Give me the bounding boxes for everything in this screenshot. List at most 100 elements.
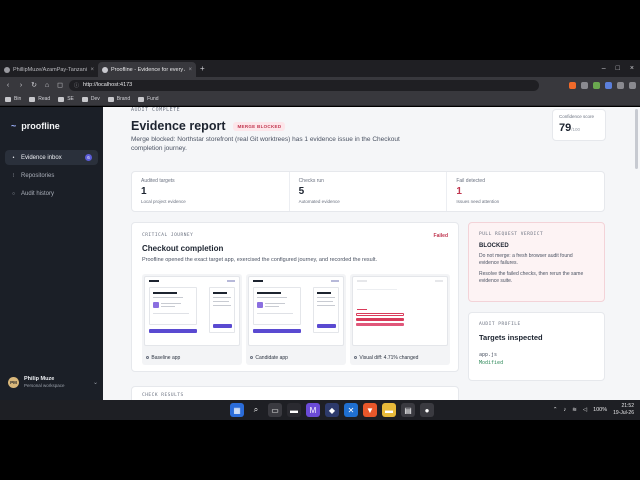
folder-icon xyxy=(29,96,36,102)
maximize-icon[interactable]: □ xyxy=(616,65,620,72)
screenshot-preview xyxy=(248,276,344,346)
stat-value: 1 xyxy=(456,186,462,197)
stat-label: Fail detected xyxy=(456,178,485,184)
bookmark-folder[interactable]: Fund xyxy=(138,96,159,102)
browser-tab-1[interactable]: PhillipMuze/AzamPay-Tanzania-Flutt × xyxy=(0,62,98,77)
bookmark-icon[interactable]: ◻ xyxy=(56,81,64,89)
folder-icon xyxy=(5,96,11,102)
minimize-icon[interactable]: – xyxy=(602,65,606,72)
journey-description: Proofline opened the exact target app, e… xyxy=(142,257,378,263)
windows-start-icon[interactable]: ▦ xyxy=(230,403,244,417)
microphone-icon[interactable]: ♪ xyxy=(563,407,566,413)
extension-icon[interactable] xyxy=(593,81,600,89)
app-icon[interactable]: ▤ xyxy=(401,403,415,417)
candidate-screenshot[interactable]: Candidate app xyxy=(246,274,346,365)
scrollbar[interactable] xyxy=(635,109,638,169)
puzzle-icon[interactable] xyxy=(617,81,624,89)
reload-icon[interactable]: ↻ xyxy=(30,81,38,89)
profile-file-status: Modified xyxy=(479,360,504,366)
github-desktop-icon[interactable]: ● xyxy=(420,403,434,417)
browser-tabstrip: PhillipMuze/AzamPay-Tanzania-Flutt × Pro… xyxy=(0,60,640,77)
profile-title: Targets inspected xyxy=(479,333,543,342)
bookmark-folder[interactable]: Dev xyxy=(81,96,100,102)
sidebar: ~ proofline • Evidence inbox 6 ⁞ Reposit… xyxy=(0,107,103,400)
close-icon[interactable]: × xyxy=(188,67,192,73)
teams-icon[interactable]: M xyxy=(306,403,320,417)
confidence-value: 79/100 xyxy=(559,122,599,134)
sidebar-item-audit-history[interactable]: ○ Audit history xyxy=(5,186,98,201)
extension-icon[interactable] xyxy=(605,81,612,89)
journey-eyebrow: CRITICAL JOURNEY xyxy=(142,233,194,238)
verdict-line-1: Do not merge: a fresh browser audit foun… xyxy=(479,253,573,266)
new-tab-icon[interactable]: + xyxy=(196,64,209,73)
stat-caption: Automated evidence xyxy=(298,199,340,204)
clock-date: 19-Jul-26 xyxy=(613,410,634,416)
screenshot-preview xyxy=(352,276,448,346)
brand-logo[interactable]: ~ proofline xyxy=(11,121,60,131)
clock[interactable]: 21:52 19-Jul-26 xyxy=(613,403,634,417)
visual-diff-screenshot[interactable]: Visual diff: 4.71% changed xyxy=(350,274,450,365)
extension-icon[interactable] xyxy=(581,81,588,89)
bookmark-folder[interactable]: Bin xyxy=(5,96,21,102)
sidebar-nav: • Evidence inbox 6 ⁞ Repositories ○ Audi… xyxy=(5,150,98,204)
file-explorer-icon[interactable]: ▬ xyxy=(382,403,396,417)
sidebar-item-label: Evidence inbox xyxy=(21,154,62,161)
bookmark-folder[interactable]: SE xyxy=(58,96,74,102)
main-content: AUDIT COMPLETE Evidence report MERGE BLO… xyxy=(103,107,640,400)
screen: PhillipMuze/AzamPay-Tanzania-Flutt × Pro… xyxy=(0,0,640,480)
sidebar-item-evidence-inbox[interactable]: • Evidence inbox 6 xyxy=(5,150,98,165)
search-icon[interactable]: ⌕ xyxy=(249,403,263,417)
volume-icon[interactable]: ◁ xyxy=(583,407,587,413)
verdict-eyebrow: PULL REQUEST VERDICT xyxy=(479,232,544,237)
circle-icon: ○ xyxy=(11,190,16,197)
stat-audited-targets: Audited targets 1 Local project evidence xyxy=(132,172,290,211)
extensions xyxy=(569,81,636,89)
bookmark-label: SE xyxy=(67,96,74,102)
page-title: Evidence report MERGE BLOCKED xyxy=(131,119,286,133)
screenshot-caption: Visual diff: 4.71% changed xyxy=(354,355,418,361)
close-icon[interactable]: × xyxy=(90,67,94,73)
wifi-icon[interactable]: ≋ xyxy=(572,407,577,413)
baseline-screenshot[interactable]: Baseline app xyxy=(142,274,242,365)
bookmark-label: Bin xyxy=(14,96,22,102)
stat-caption: Issues need attention xyxy=(456,199,500,204)
vscode-icon[interactable]: ✕ xyxy=(344,403,358,417)
avatar: PM xyxy=(8,376,19,388)
caption-text: Baseline app xyxy=(151,355,181,361)
app: ~ proofline • Evidence inbox 6 ⁞ Reposit… xyxy=(0,107,640,400)
taskbar-apps: ▦ ⌕ ▭ ▬ M ◆ ✕ ▼ ▬ ▤ ● xyxy=(230,403,434,417)
brave-browser-icon[interactable]: ▼ xyxy=(363,403,377,417)
sidebar-item-label: Repositories xyxy=(21,172,55,179)
task-view-icon[interactable]: ▭ xyxy=(268,403,282,417)
bookmark-folder[interactable]: Brand xyxy=(107,96,130,102)
brand-name: proofline xyxy=(21,121,60,131)
close-window-icon[interactable]: × xyxy=(630,65,634,72)
check-results-card: CHECK RESULTS xyxy=(131,386,459,400)
screenshot-caption: Candidate app xyxy=(250,355,288,361)
bookmark-folder[interactable]: Read xyxy=(29,96,50,102)
tab-title: PhillipMuze/AzamPay-Tanzania-Flutt xyxy=(13,66,87,73)
bookmarks-bar: Bin Read SE Dev Brand Fund xyxy=(0,93,640,106)
brave-shield-icon[interactable] xyxy=(569,81,576,89)
battery-label[interactable]: 100% xyxy=(593,407,607,413)
stat-value: 5 xyxy=(298,186,305,197)
chevron-down-icon: ⌄ xyxy=(92,379,98,386)
back-icon[interactable]: ‹ xyxy=(4,82,12,89)
sidebar-item-label: Audit history xyxy=(21,190,55,197)
status-badge: MERGE BLOCKED xyxy=(233,121,286,131)
menu-icon[interactable] xyxy=(629,81,636,89)
home-icon[interactable]: ⌂ xyxy=(43,82,51,89)
sidebar-item-repositories[interactable]: ⁞ Repositories xyxy=(5,168,98,183)
circle-icon xyxy=(146,356,149,359)
verdict-line-2: Resolve the failed checks, then rerun th… xyxy=(479,271,584,284)
count-badge: 6 xyxy=(85,154,92,161)
system-tray: ⌃ ♪ ≋ ◁ 100% 21:52 19-Jul-26 xyxy=(553,403,634,417)
forward-icon[interactable]: › xyxy=(17,82,25,89)
chevron-up-icon[interactable]: ⌃ xyxy=(553,407,558,413)
browser-tab-2[interactable]: Proofline - Evidence for every AI × xyxy=(98,62,196,77)
confidence-label: Confidence score xyxy=(559,114,595,119)
apps-icon[interactable]: ◆ xyxy=(325,403,339,417)
address-bar[interactable]: ⓘ http://localhost:4173 xyxy=(69,79,539,91)
terminal-icon[interactable]: ▬ xyxy=(287,403,301,417)
user-menu[interactable]: PM Philip Muze Personal workspace ⌄ xyxy=(8,372,98,392)
